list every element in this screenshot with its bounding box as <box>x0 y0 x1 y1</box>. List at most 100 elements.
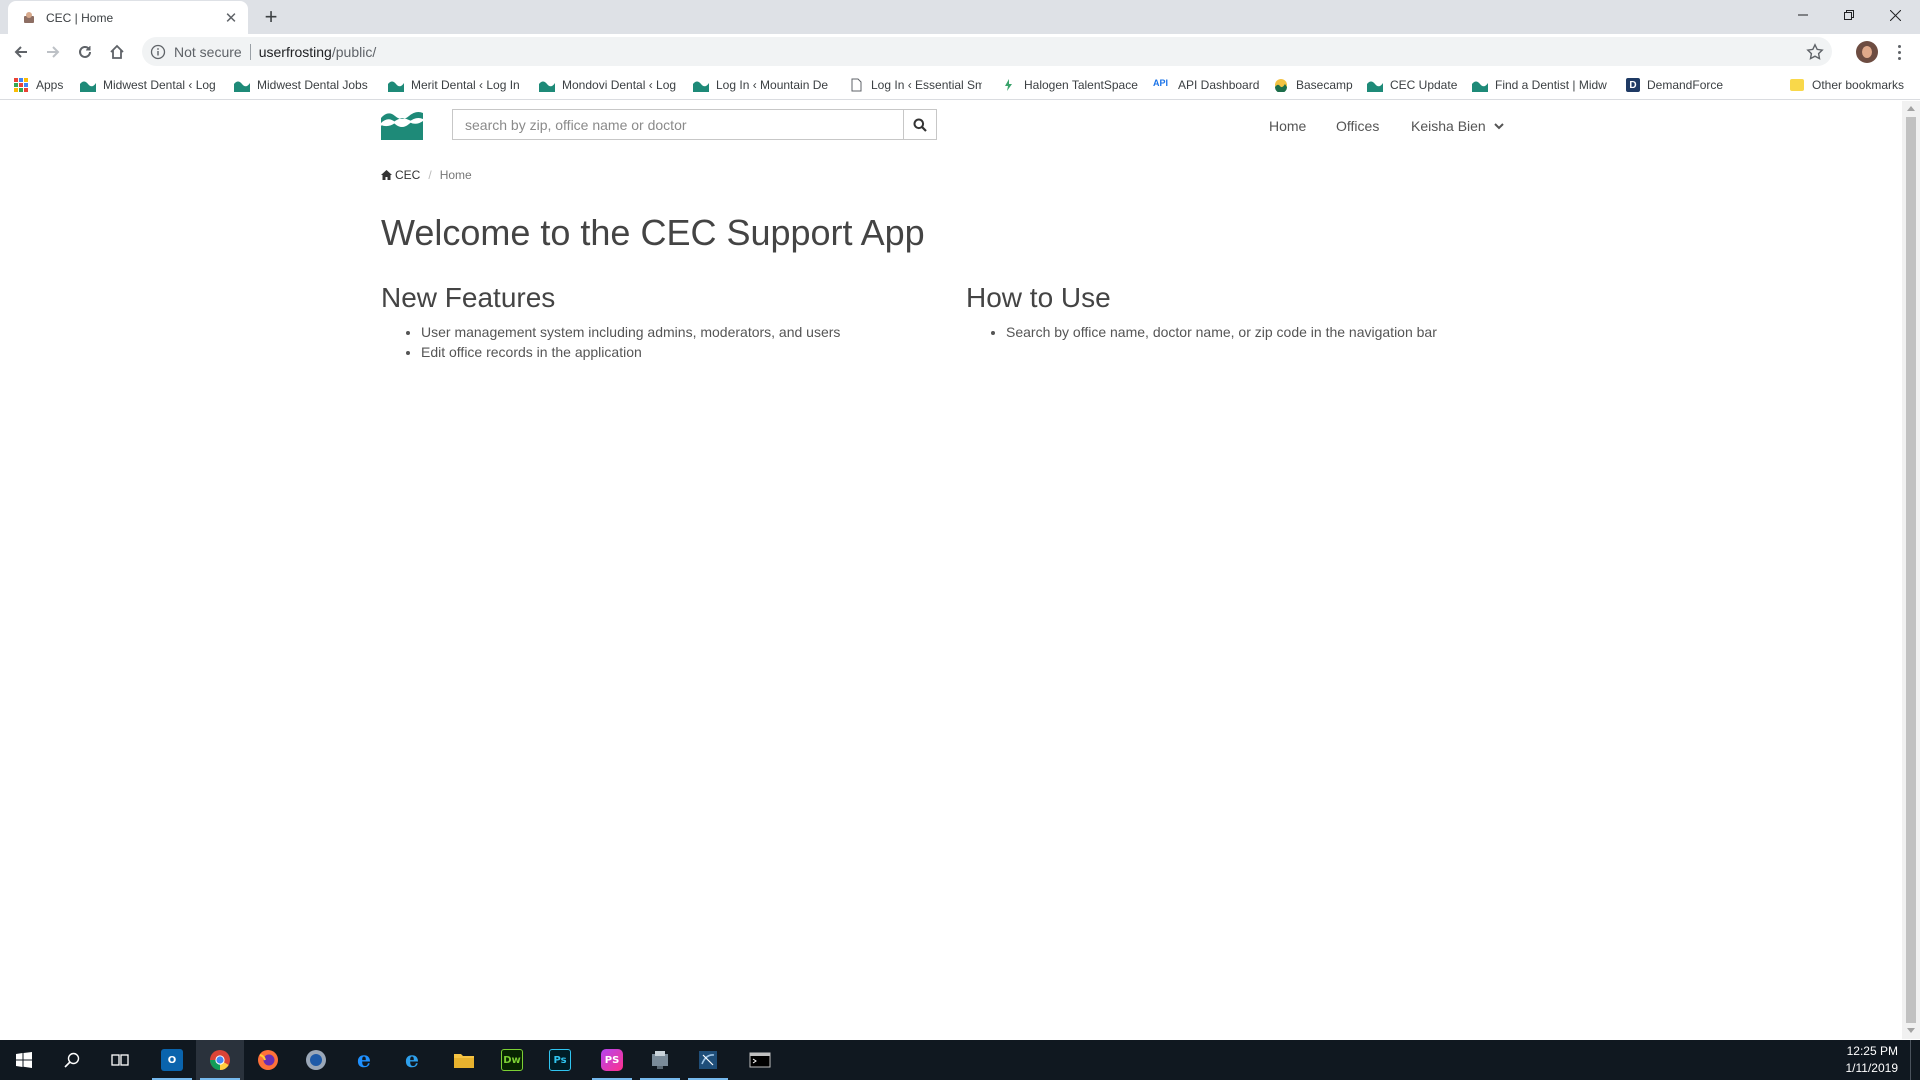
breadcrumb-separator: / <box>428 168 432 182</box>
scroll-up-arrow-icon[interactable] <box>1907 106 1915 111</box>
new-tab-button[interactable]: + <box>258 4 284 30</box>
page-viewport: Home Offices Keisha Bien CEC / Home Welc… <box>0 101 1902 1039</box>
bookmark-label: CEC Update <box>1390 78 1458 92</box>
bookmark-label: Midwest Dental ‹ Log <box>103 78 216 92</box>
bookmark-label: API Dashboard <box>1178 78 1260 92</box>
taskbar-browser[interactable] <box>292 1040 340 1080</box>
page-scrollbar[interactable] <box>1902 101 1920 1039</box>
breadcrumb-root[interactable]: CEC <box>381 168 420 182</box>
bookmark-item[interactable]: Find a Dentist | Midw <box>1472 76 1610 94</box>
restore-button[interactable] <box>1826 0 1872 30</box>
browser-menu-icon[interactable] <box>1892 41 1906 63</box>
file-explorer-icon <box>454 1054 474 1068</box>
reload-button[interactable] <box>71 38 99 66</box>
bookmark-label: Halogen TalentSpace <box>1024 78 1138 92</box>
home-button[interactable] <box>103 38 131 66</box>
apps-grid-icon <box>14 78 28 92</box>
taskbar-chrome[interactable] <box>196 1040 244 1080</box>
bookmark-apps[interactable]: Apps <box>14 76 63 94</box>
nav-home-link[interactable]: Home <box>1269 118 1306 134</box>
back-button[interactable] <box>7 38 35 66</box>
photoshop-icon: Ps <box>549 1049 571 1071</box>
edge-icon: e <box>357 1047 371 1073</box>
taskbar-file-explorer[interactable] <box>440 1040 488 1080</box>
bookmark-item[interactable]: API API Dashboard <box>1153 76 1271 94</box>
profile-avatar[interactable] <box>1856 41 1878 63</box>
start-button[interactable] <box>0 1040 48 1080</box>
search-bar <box>452 109 937 140</box>
taskbar-outlook[interactable]: O <box>148 1040 196 1080</box>
bookmark-item[interactable]: Log In ‹ Essential Smi <box>848 76 982 94</box>
bookmark-item[interactable]: Mondovi Dental ‹ Log <box>539 76 677 94</box>
home-icon <box>110 44 124 59</box>
user-menu[interactable]: Keisha Bien <box>1411 118 1504 134</box>
info-icon[interactable] <box>150 44 166 60</box>
wave-logo-icon <box>1367 78 1383 92</box>
scroll-down-arrow-icon[interactable] <box>1907 1028 1915 1033</box>
taskbar-dreamweaver[interactable]: Dw <box>488 1040 536 1080</box>
new-features-section: New Features User management system incl… <box>381 282 941 362</box>
forward-button[interactable] <box>39 38 67 66</box>
url-text[interactable]: userfrosting/public/ <box>259 44 377 60</box>
bookmark-item[interactable]: Merit Dental ‹ Log In <box>388 76 526 94</box>
search-icon <box>913 118 927 132</box>
security-label: Not secure <box>174 43 242 60</box>
reload-icon <box>79 45 91 58</box>
list-item: Search by office name, doctor name, or z… <box>1006 322 1526 342</box>
home-icon <box>381 170 392 180</box>
taskbar-network-tool[interactable] <box>636 1040 684 1080</box>
taskbar-search[interactable] <box>48 1040 96 1080</box>
features-list: User management system including admins,… <box>381 322 941 362</box>
minimize-button[interactable] <box>1780 0 1826 30</box>
browser-tab-active[interactable]: CEC | Home ✕ <box>8 1 248 34</box>
other-bookmarks-label: Other bookmarks <box>1812 78 1905 92</box>
bookmark-item[interactable]: Halogen TalentSpace <box>1001 76 1139 94</box>
taskbar-sql-tool[interactable] <box>684 1040 732 1080</box>
taskbar-terminal[interactable] <box>736 1040 784 1080</box>
taskbar-firefox[interactable] <box>244 1040 292 1080</box>
sql-tool-icon <box>699 1051 717 1069</box>
close-window-button[interactable] <box>1872 0 1918 30</box>
taskbar-edge[interactable]: e <box>340 1040 388 1080</box>
bookmark-label: DemandForce <box>1647 78 1724 92</box>
taskbar-phpstorm[interactable]: PS <box>588 1040 636 1080</box>
search-button[interactable] <box>903 109 937 140</box>
how-to-use-heading: How to Use <box>966 282 1111 313</box>
task-view-button[interactable] <box>96 1040 144 1080</box>
page-icon <box>851 78 862 92</box>
bookmark-item[interactable]: Midwest Dental ‹ Log <box>80 76 218 94</box>
new-features-heading: New Features <box>381 282 556 313</box>
bookmark-item[interactable]: Midwest Dental Jobs <box>234 76 369 94</box>
bookmark-star-icon[interactable] <box>1806 43 1824 61</box>
system-clock[interactable]: 12:25 PM 1/11/2019 <box>1846 1043 1899 1077</box>
taskbar-photoshop[interactable]: Ps <box>536 1040 584 1080</box>
windows-taskbar: O e e Dw Ps PS 12:25 PM 1/11/2019 <box>0 1040 1920 1080</box>
scroll-thumb[interactable] <box>1906 117 1916 1023</box>
show-desktop-button[interactable] <box>1910 1040 1916 1080</box>
list-item: Edit office records in the application <box>421 342 941 362</box>
bookmark-item[interactable]: D DemandForce <box>1626 76 1746 94</box>
bookmark-item[interactable]: Log In ‹ Mountain De <box>693 76 831 94</box>
wave-logo-icon <box>388 78 404 92</box>
windows-start-icon <box>16 1052 32 1068</box>
bookmark-item[interactable]: CEC Update <box>1367 76 1467 94</box>
wave-logo-icon <box>539 78 555 92</box>
cec-logo[interactable] <box>381 110 423 140</box>
tab-close-icon[interactable]: ✕ <box>222 9 240 27</box>
taskbar-ie[interactable]: e <box>388 1040 436 1080</box>
bookmark-label: Apps <box>36 78 64 92</box>
web-browser-icon <box>306 1050 326 1070</box>
nav-offices-link[interactable]: Offices <box>1336 118 1379 134</box>
breadcrumb-root-label: CEC <box>395 168 421 182</box>
internet-explorer-icon: e <box>405 1047 419 1073</box>
url-path: /public/ <box>331 43 377 60</box>
chrome-icon <box>209 1050 230 1071</box>
search-input[interactable] <box>452 109 903 140</box>
close-icon <box>1889 9 1901 21</box>
bookmark-item[interactable]: Basecamp <box>1273 76 1357 94</box>
other-bookmarks[interactable]: Other bookmarks <box>1790 76 1904 94</box>
bookmarks-bar: Apps Midwest Dental ‹ Log Midwest Dental… <box>0 70 1920 100</box>
tab-title: CEC | Home <box>46 10 114 25</box>
wave-logo-icon <box>693 78 709 92</box>
address-bar[interactable]: Not secure userfrosting/public/ <box>142 37 1832 66</box>
